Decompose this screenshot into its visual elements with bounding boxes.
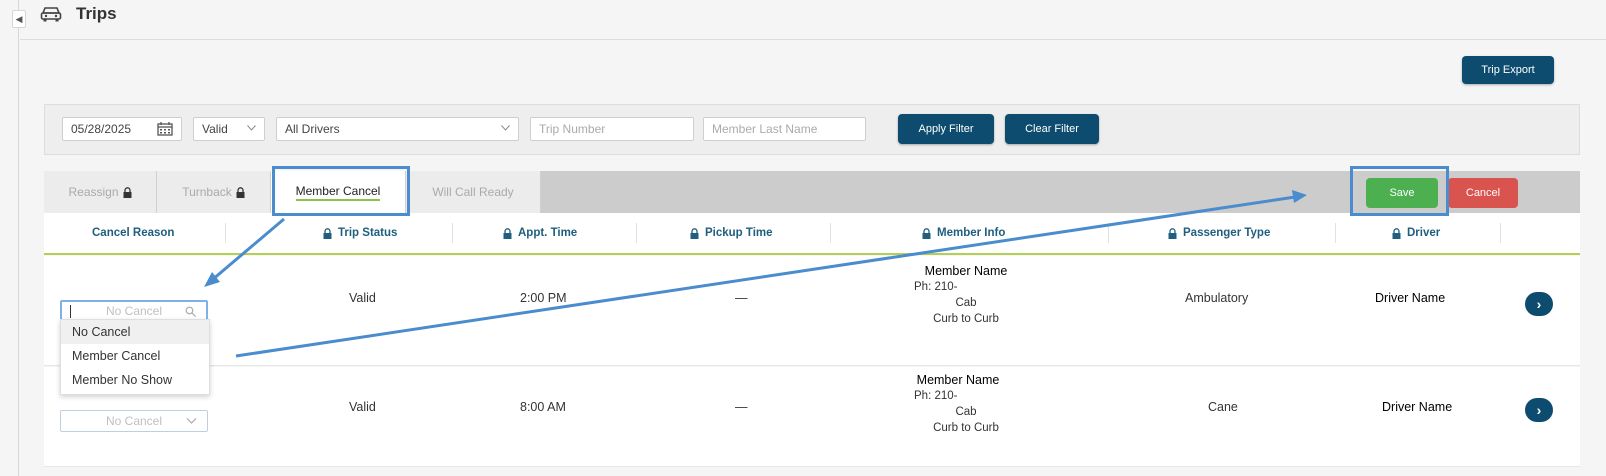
trip-details-button[interactable]: ›	[1525, 292, 1553, 316]
column-divider	[452, 223, 453, 243]
column-header-label: Driver	[1407, 227, 1441, 239]
column-header-label: Member Info	[937, 227, 1006, 239]
text-caret	[70, 305, 71, 318]
appt-time-cell: 2:00 PM	[520, 291, 567, 305]
chevron-right-icon: ›	[1536, 296, 1542, 312]
chevron-down-icon	[186, 418, 197, 424]
chevron-down-icon	[247, 125, 256, 131]
pickup-time-cell: —	[735, 291, 748, 305]
lock-icon	[236, 186, 245, 198]
column-divider	[636, 223, 637, 243]
column-header-cancel-reason: Cancel Reason	[92, 227, 174, 239]
date-value: 05/28/2025	[71, 122, 132, 136]
cancel-reason-dropdown: No Cancel Member Cancel Member No Show	[60, 319, 210, 395]
vehicle-type: Cab	[955, 406, 977, 418]
tab-turnback[interactable]: Turnback	[157, 171, 271, 213]
status-filter-select[interactable]: Valid	[193, 117, 265, 141]
lock-icon	[1168, 227, 1177, 239]
member-last-name-input[interactable]: Member Last Name	[703, 117, 866, 141]
table-row: No Cancel Valid 2:00 PM — Member Name Ph…	[44, 256, 1580, 366]
lock-icon	[503, 227, 512, 239]
column-header-label: Trip Status	[338, 227, 398, 239]
column-header-label: Passenger Type	[1183, 227, 1271, 239]
column-header-member-info: Member Info	[922, 227, 1005, 239]
status-filter-value: Valid	[202, 122, 228, 136]
tab-label: Turnback	[182, 185, 232, 199]
column-divider	[225, 223, 226, 243]
dropdown-option[interactable]: No Cancel	[61, 320, 209, 344]
lock-icon	[690, 227, 699, 239]
page: ◀ Trips Trip Export 05/28/2025 Valid All…	[0, 0, 1606, 476]
member-info-cell: Member Name Ph: 210- Cab Curb to Curb	[908, 263, 1024, 327]
driver-cell: Driver Name	[1375, 291, 1446, 305]
column-header-appt-time: Appt. Time	[503, 227, 577, 239]
calendar-icon[interactable]	[157, 122, 173, 136]
member-phone: Ph: 210-	[914, 390, 958, 402]
column-divider	[1335, 223, 1336, 243]
trip-details-button[interactable]: ›	[1525, 398, 1553, 422]
member-name: Member Name	[924, 264, 1008, 278]
driver-cell: Driver Name	[1382, 400, 1453, 414]
trip-status-cell: Valid	[349, 291, 376, 305]
chevron-right-icon: ›	[1536, 402, 1542, 418]
car-icon	[40, 7, 62, 22]
tab-reassign[interactable]: Reassign	[44, 171, 157, 213]
column-divider	[830, 223, 831, 243]
column-header-pickup-time: Pickup Time	[690, 227, 773, 239]
member-info-cell: Member Name Ph: 210- Cab Curb to Curb	[900, 372, 1016, 436]
clear-filter-button[interactable]: Clear Filter	[1005, 114, 1099, 144]
member-phone: Ph: 210-	[914, 281, 958, 293]
trip-status-cell: Valid	[349, 400, 376, 414]
cancel-reason-value: No Cancel	[105, 304, 163, 318]
page-title: Trips	[76, 4, 117, 23]
table-header: Cancel Reason Trip Status Appt. Time Pic…	[44, 213, 1580, 255]
column-header-label: Cancel Reason	[92, 227, 175, 239]
lock-icon	[123, 186, 132, 198]
table-row: No Cancel Valid 8:00 AM — Member Name Ph…	[44, 367, 1580, 467]
service-level: Curb to Curb	[933, 313, 999, 325]
drivers-filter-value: All Drivers	[285, 122, 340, 136]
member-name: Member Name	[916, 373, 1000, 387]
left-rail	[18, 0, 19, 476]
tab-label: Reassign	[68, 185, 119, 199]
trip-export-button[interactable]: Trip Export	[1462, 56, 1554, 84]
column-header-driver: Driver	[1392, 227, 1440, 239]
lock-icon	[922, 227, 931, 239]
cancel-button[interactable]: Cancel	[1448, 178, 1518, 208]
column-header-label: Appt. Time	[518, 227, 578, 239]
pickup-time-cell: —	[735, 400, 748, 414]
page-header: Trips	[20, 0, 1606, 40]
column-header-passenger-type: Passenger Type	[1168, 227, 1270, 239]
service-level: Curb to Curb	[933, 422, 999, 434]
cancel-reason-select[interactable]: No Cancel	[60, 410, 208, 432]
trip-number-input[interactable]: Trip Number	[530, 117, 694, 141]
apply-filter-button[interactable]: Apply Filter	[898, 114, 994, 144]
lock-icon	[323, 227, 332, 239]
search-icon	[185, 306, 196, 317]
annotation-box-save	[1350, 166, 1449, 216]
dropdown-option[interactable]: Member No Show	[61, 368, 209, 392]
cancel-reason-value: No Cancel	[105, 414, 163, 428]
tab-will-call-ready[interactable]: Will Call Ready	[406, 171, 541, 213]
annotation-box-member-cancel	[272, 166, 410, 216]
passenger-type-cell: Cane	[1208, 400, 1238, 414]
chevron-down-icon	[501, 125, 510, 131]
passenger-type-cell: Ambulatory	[1185, 291, 1249, 305]
lock-icon	[1392, 227, 1401, 239]
tab-label: Will Call Ready	[432, 185, 514, 199]
column-divider	[1108, 223, 1109, 243]
dropdown-option[interactable]: Member Cancel	[61, 344, 209, 368]
column-divider	[1500, 223, 1501, 243]
appt-time-cell: 8:00 AM	[520, 400, 566, 414]
date-filter[interactable]: 05/28/2025	[62, 117, 182, 141]
vehicle-type: Cab	[955, 297, 977, 309]
column-header-trip-status: Trip Status	[323, 227, 397, 239]
drivers-filter-select[interactable]: All Drivers	[276, 117, 519, 141]
column-header-label: Pickup Time	[705, 227, 773, 239]
